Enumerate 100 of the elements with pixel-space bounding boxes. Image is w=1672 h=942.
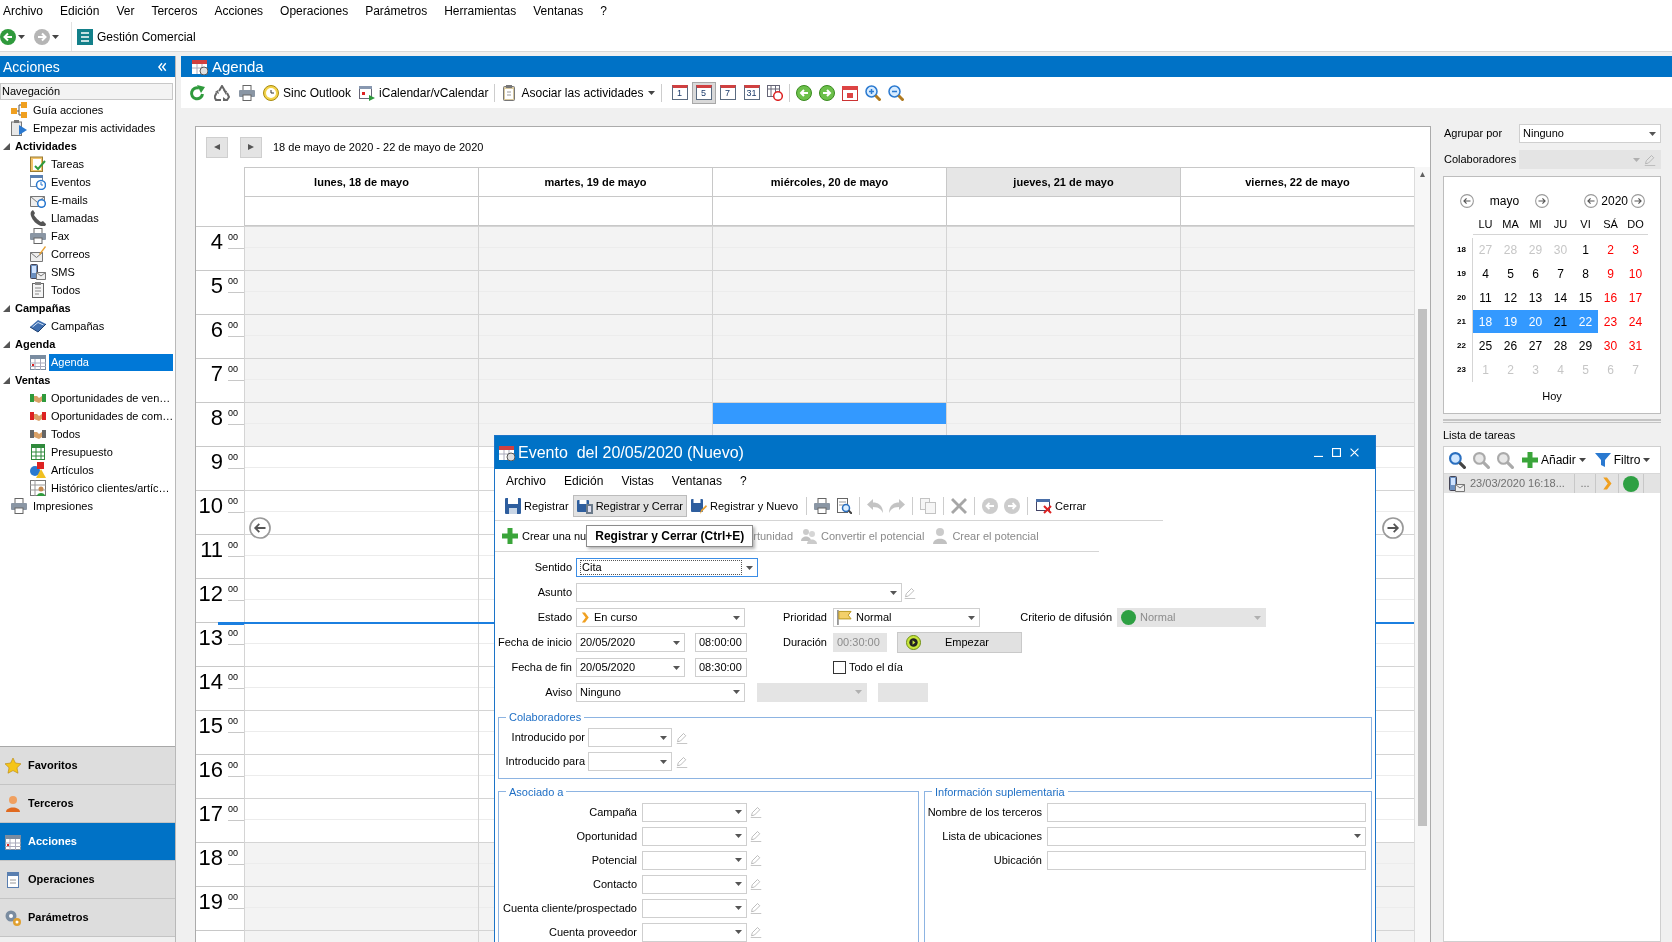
tree-item[interactable]: Eventos <box>49 173 93 191</box>
month-view-button[interactable]: 31 <box>739 81 764 104</box>
nav-button[interactable]: Parámetros <box>0 899 175 937</box>
nav-button[interactable]: Acciones <box>0 823 175 861</box>
dropdown-field[interactable]: Ninguno <box>1519 124 1661 143</box>
tree-item[interactable]: Correos <box>49 245 93 263</box>
menu-item[interactable]: Acciones <box>214 2 264 20</box>
day-header[interactable]: martes, 19 de mayo <box>478 167 712 197</box>
pencil-icon[interactable] <box>904 586 916 599</box>
tree-item[interactable]: Todos <box>49 281 83 299</box>
calendar-clock-icon[interactable] <box>766 84 783 101</box>
calendar-day[interactable]: 2 <box>1598 238 1623 261</box>
calendar-day[interactable]: 11 <box>1473 286 1498 309</box>
associate-button[interactable]: Asociar las actividades <box>501 81 655 104</box>
menu-item[interactable]: Terceros <box>151 2 198 20</box>
calendar-day[interactable]: 16 <box>1598 286 1623 309</box>
arrow-left-icon[interactable] <box>1460 194 1474 208</box>
menu-item[interactable]: Archivo <box>506 471 546 490</box>
task-row[interactable]: 23/03/2020 16:18... ... <box>1444 474 1660 493</box>
dropdown-field[interactable] <box>642 850 747 870</box>
menu-item[interactable]: ? <box>600 2 607 20</box>
arrow-left-icon[interactable] <box>249 517 271 539</box>
tree-group[interactable]: Actividades <box>13 137 79 155</box>
calendar-day[interactable]: 25 <box>1473 334 1498 357</box>
tree-item[interactable]: E-mails <box>49 191 90 209</box>
calendar-icon[interactable] <box>841 84 858 101</box>
recycle-icon[interactable] <box>214 84 230 101</box>
calendar-day[interactable]: 23 <box>1598 310 1623 333</box>
printer-icon[interactable] <box>239 84 255 101</box>
all-day-slot[interactable] <box>244 197 478 226</box>
pencil-icon[interactable] <box>676 755 688 768</box>
expanded-triangle-icon[interactable] <box>3 304 10 312</box>
tree-item[interactable]: Campañas <box>49 317 107 335</box>
menu-item[interactable]: ? <box>739 471 747 490</box>
calendar-day[interactable]: 31 <box>1623 334 1648 357</box>
arrow-right-icon[interactable] <box>818 84 835 101</box>
menu-item[interactable]: Ver <box>116 2 135 20</box>
dropdown-field[interactable] <box>642 874 747 894</box>
zoom-in-icon[interactable] <box>864 84 881 101</box>
filter-button[interactable]: Filtro <box>1594 449 1651 471</box>
toolbar-button[interactable]: Registrar y Cerrar <box>572 495 688 517</box>
calendar-day[interactable]: 28 <box>1548 334 1573 357</box>
tree-item[interactable]: Guía acciones <box>31 101 106 119</box>
dropdown-field[interactable]: Ninguno <box>576 682 745 702</box>
date-field[interactable]: 20/05/2020 <box>576 633 685 652</box>
date-field[interactable]: 20/05/2020 <box>576 658 685 677</box>
calendar-day[interactable]: 7 <box>1548 262 1573 285</box>
tree-group[interactable]: Ventas <box>13 371 53 389</box>
pencil-icon[interactable] <box>750 830 762 842</box>
dropdown-field[interactable] <box>642 898 747 918</box>
dropdown-field[interactable] <box>576 583 902 602</box>
arrow-left-icon[interactable] <box>1584 194 1599 208</box>
expanded-triangle-icon[interactable] <box>3 142 10 150</box>
calendar-day[interactable]: 10 <box>1623 262 1648 285</box>
calendar-day[interactable]: 27 <box>1523 334 1548 357</box>
dropdown-field[interactable]: Cita <box>576 558 758 577</box>
expanded-triangle-icon[interactable] <box>3 340 10 348</box>
calendar-day[interactable]: 1 <box>1573 238 1598 261</box>
dropdown-field[interactable] <box>1047 826 1366 846</box>
expanded-triangle-icon[interactable] <box>3 376 10 384</box>
previous-week-button[interactable] <box>206 136 228 158</box>
dropdown-field[interactable] <box>588 752 672 771</box>
tree-group[interactable]: Agenda <box>13 335 58 353</box>
menu-item[interactable]: Operaciones <box>280 2 349 20</box>
menu-item[interactable]: Archivo <box>3 2 43 20</box>
pencil-icon[interactable] <box>750 806 762 818</box>
start-button[interactable]: Empezar <box>897 632 1022 653</box>
calendar-day[interactable]: 21 <box>1548 310 1573 333</box>
tree-item[interactable]: Todos <box>49 425 83 443</box>
all-day-slot[interactable] <box>1180 197 1414 226</box>
calendar-day[interactable]: 13 <box>1523 286 1548 309</box>
calendar-day[interactable]: 26 <box>1498 334 1523 357</box>
tree-item[interactable]: Fax <box>49 227 72 245</box>
scrollbar-thumb[interactable] <box>1418 309 1427 826</box>
text-field[interactable] <box>1047 802 1366 822</box>
calendar-day[interactable]: 29 <box>1573 334 1598 357</box>
arrow-right-icon[interactable] <box>1382 517 1404 539</box>
close-icon[interactable] <box>1350 448 1359 457</box>
tree-item[interactable]: Presupuesto <box>49 443 115 461</box>
dropdown-field[interactable] <box>642 922 747 942</box>
time-field[interactable]: 08:30:00 <box>695 658 747 677</box>
action-button[interactable]: Crear una nu <box>502 525 587 547</box>
calendar-day[interactable]: 9 <box>1598 262 1623 285</box>
menu-item[interactable]: Edición <box>564 471 604 490</box>
arrow-left-icon[interactable] <box>795 84 812 101</box>
tree-item[interactable]: Llamadas <box>49 209 101 227</box>
dropdown-field[interactable] <box>642 826 747 846</box>
calendar-day[interactable]: 30 <box>1598 334 1623 357</box>
dropdown-field[interactable] <box>588 728 672 747</box>
sync-button[interactable]: Sinc Outlook <box>263 81 352 104</box>
work-week-view-button[interactable]: 5 <box>691 81 716 104</box>
calendar-day[interactable]: 8 <box>1573 262 1598 285</box>
checkbox[interactable] <box>833 661 846 674</box>
menu-item[interactable]: Herramientas <box>444 2 517 20</box>
pencil-icon[interactable] <box>750 854 762 866</box>
all-day-slot[interactable] <box>478 197 712 226</box>
week-view-button[interactable]: 7 <box>715 81 740 104</box>
menu-item[interactable]: Vistas <box>621 471 654 490</box>
tree-item[interactable]: SMS <box>49 263 77 281</box>
maximize-icon[interactable] <box>1332 448 1341 457</box>
